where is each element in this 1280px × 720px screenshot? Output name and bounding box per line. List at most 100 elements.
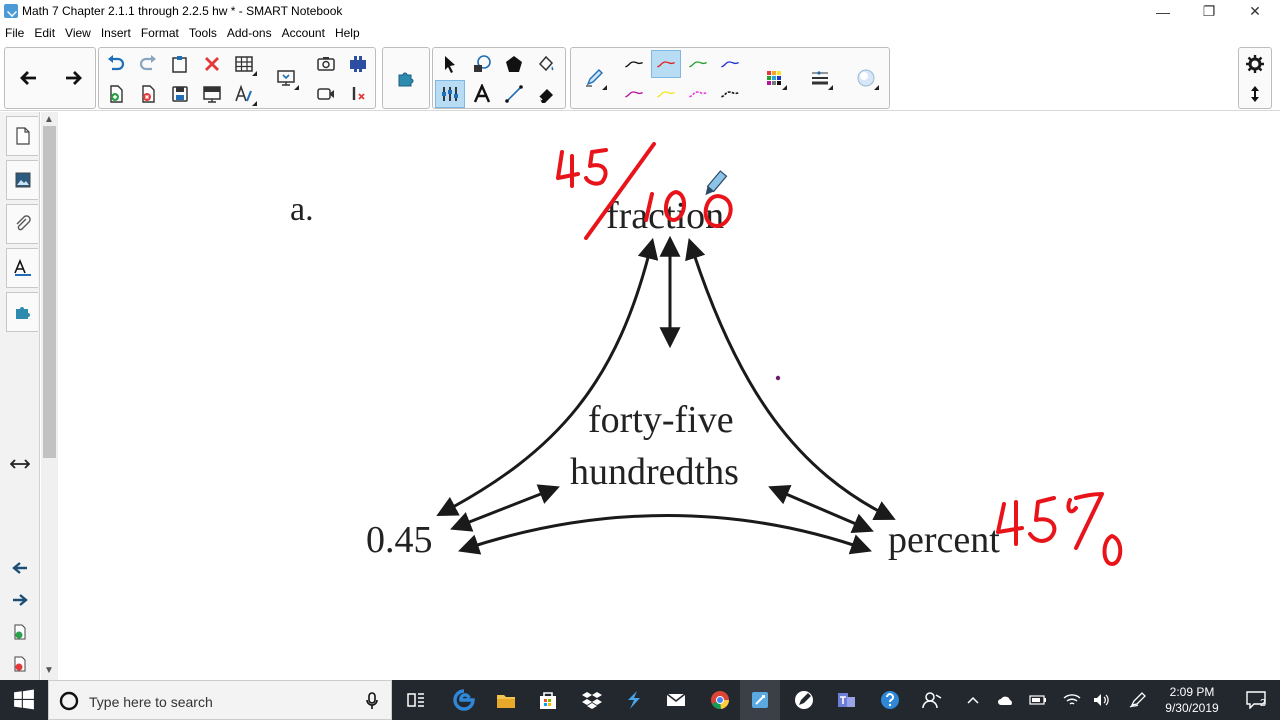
- file-explorer-button[interactable]: [486, 680, 526, 720]
- chrome-button[interactable]: [700, 680, 740, 720]
- sidebar: [0, 112, 40, 680]
- pen-button[interactable]: [579, 64, 609, 92]
- fill-button[interactable]: [531, 50, 561, 78]
- menu-edit[interactable]: Edit: [30, 23, 61, 43]
- scroll-up-arrow[interactable]: ▲: [44, 114, 54, 125]
- undo-button[interactable]: [101, 50, 131, 78]
- puzzle-button[interactable]: [391, 64, 421, 92]
- pen-color-magenta[interactable]: [683, 80, 713, 108]
- move-sidebar-button[interactable]: [9, 454, 31, 474]
- paste-button[interactable]: [165, 50, 195, 78]
- fill-effect-button[interactable]: [851, 64, 881, 92]
- show-hidden-icons-button[interactable]: [962, 680, 984, 720]
- next-page-button[interactable]: [9, 590, 31, 610]
- smart-notebook-button[interactable]: [740, 680, 780, 720]
- eraser-button[interactable]: [531, 80, 561, 108]
- pen-color-yellow[interactable]: [651, 80, 681, 108]
- gallery-tab[interactable]: [6, 160, 38, 200]
- menu-help[interactable]: Help: [331, 23, 366, 43]
- menu-view[interactable]: View: [61, 23, 97, 43]
- select-button[interactable]: [435, 50, 465, 78]
- table-button[interactable]: [229, 50, 259, 78]
- pen-color-black[interactable]: [619, 50, 649, 78]
- help-button[interactable]: [870, 680, 910, 720]
- pen-color-dashed-black[interactable]: [715, 80, 745, 108]
- pen-color-blue[interactable]: [715, 50, 745, 78]
- scroll-down-arrow[interactable]: ▼: [44, 665, 54, 676]
- page-sorter-tab[interactable]: [6, 116, 38, 156]
- minimize-button[interactable]: —: [1140, 0, 1186, 23]
- puzzle-icon: [398, 72, 414, 87]
- screen-capture-button[interactable]: [311, 50, 341, 78]
- onedrive-button[interactable]: [994, 680, 1018, 720]
- ink-app-button[interactable]: [784, 680, 824, 720]
- menu-tools[interactable]: Tools: [185, 23, 223, 43]
- volume-icon: [1094, 694, 1109, 706]
- record-button[interactable]: [311, 80, 341, 108]
- clock[interactable]: 2:09 PM 9/30/2019: [1156, 684, 1228, 716]
- notebook-page[interactable]: a. fraction forty-five hundredths 0.45 p…: [58, 112, 1280, 680]
- forward-button[interactable]: [59, 64, 89, 92]
- multi-select-button[interactable]: [435, 80, 465, 108]
- vertical-scrollbar[interactable]: ▲ ▼: [41, 112, 58, 680]
- wifi-button[interactable]: [1060, 680, 1084, 720]
- remove-button[interactable]: [343, 80, 373, 108]
- pen-color-purple[interactable]: [619, 80, 649, 108]
- mail-button[interactable]: [656, 680, 696, 720]
- delete-page-button[interactable]: [133, 80, 163, 108]
- attachments-tab[interactable]: [6, 204, 38, 244]
- menu-addons[interactable]: Add-ons: [223, 23, 278, 43]
- pen-color-red[interactable]: [651, 50, 681, 78]
- undo-icon: [108, 55, 125, 71]
- teams-icon: [838, 693, 855, 707]
- polygon-button[interactable]: [499, 50, 529, 78]
- properties-button[interactable]: [229, 80, 259, 108]
- task-view-button[interactable]: [396, 680, 436, 720]
- dropbox-button[interactable]: [572, 680, 612, 720]
- properties-tab[interactable]: [6, 248, 38, 288]
- search-placeholder: Type here to search: [89, 694, 213, 710]
- redo-button[interactable]: [133, 50, 163, 78]
- sidebar-delete-page-button[interactable]: [9, 654, 31, 674]
- menu-account[interactable]: Account: [278, 23, 331, 43]
- save-button[interactable]: [165, 80, 195, 108]
- addons-tab[interactable]: [6, 292, 38, 332]
- store-button[interactable]: [528, 680, 568, 720]
- save-icon: [172, 86, 188, 102]
- scroll-thumb[interactable]: [43, 126, 56, 458]
- windows-ink-button[interactable]: [1126, 680, 1150, 720]
- pen-color-green[interactable]: [683, 50, 713, 78]
- palette-button[interactable]: [759, 64, 789, 92]
- screen-shade-button[interactable]: [197, 80, 227, 108]
- text-button[interactable]: [467, 80, 497, 108]
- restore-button[interactable]: ❐: [1186, 0, 1232, 23]
- menu-format[interactable]: Format: [137, 23, 185, 43]
- menu-file[interactable]: File: [4, 23, 30, 43]
- battery-button[interactable]: [1026, 680, 1050, 720]
- line-button[interactable]: [499, 80, 529, 108]
- start-button[interactable]: [4, 680, 44, 720]
- record-icon: [317, 88, 334, 100]
- edge-button[interactable]: [444, 680, 484, 720]
- add-page-button[interactable]: [101, 80, 131, 108]
- volume-button[interactable]: [1090, 680, 1114, 720]
- teams-button[interactable]: [826, 680, 866, 720]
- people-button[interactable]: [912, 680, 952, 720]
- settings-button[interactable]: [1240, 50, 1270, 78]
- addons-button[interactable]: [343, 50, 373, 78]
- attachments-icon: [16, 215, 31, 231]
- action-center-button[interactable]: 2: [1236, 680, 1276, 720]
- delete-button[interactable]: [197, 50, 227, 78]
- ink-percent-digit-5: [1028, 496, 1057, 543]
- sidebar-add-page-button[interactable]: [9, 622, 31, 642]
- display-button[interactable]: [271, 64, 301, 92]
- taskbar-search[interactable]: Type here to search: [48, 680, 392, 720]
- shapes-button[interactable]: [467, 50, 497, 78]
- previous-page-button[interactable]: [9, 558, 31, 578]
- line-style-button[interactable]: [805, 64, 835, 92]
- menu-insert[interactable]: Insert: [97, 23, 137, 43]
- close-button[interactable]: ✕: [1232, 0, 1278, 23]
- toolbar-position-button[interactable]: [1240, 80, 1270, 108]
- visual-studio-button[interactable]: [614, 680, 654, 720]
- back-button[interactable]: [13, 64, 43, 92]
